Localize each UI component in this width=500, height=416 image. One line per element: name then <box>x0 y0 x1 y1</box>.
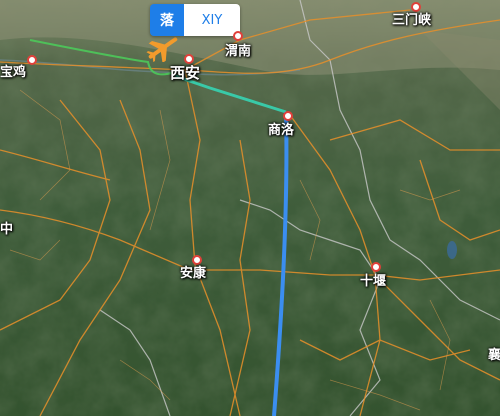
airport-code: XIY <box>184 4 240 36</box>
city-label-partial-right: 襄 <box>488 348 500 363</box>
city-label-partial-left: 中 <box>0 222 14 237</box>
terrain-layer <box>0 0 500 416</box>
city-label-xian[interactable]: 西安 <box>170 62 200 83</box>
city-label-shangluo[interactable]: 商洛 <box>268 119 294 138</box>
map-view[interactable]: 落 XIY 宝鸡 西安 渭南 三门峡 商洛 安康 十堰 中 襄 <box>0 0 500 416</box>
city-label-weinan[interactable]: 渭南 <box>225 40 251 59</box>
city-label-ankang[interactable]: 安康 <box>180 262 206 281</box>
city-label-baoji[interactable]: 宝鸡 <box>0 61 26 80</box>
city-label-shiyan[interactable]: 十堰 <box>360 270 386 289</box>
landing-code: 落 <box>150 4 184 36</box>
airplane-icon[interactable] <box>146 34 180 62</box>
city-dot-icon <box>27 55 37 65</box>
city-label-sanmenxia[interactable]: 三门峡 <box>392 9 431 28</box>
airport-badge[interactable]: 落 XIY <box>150 4 240 36</box>
